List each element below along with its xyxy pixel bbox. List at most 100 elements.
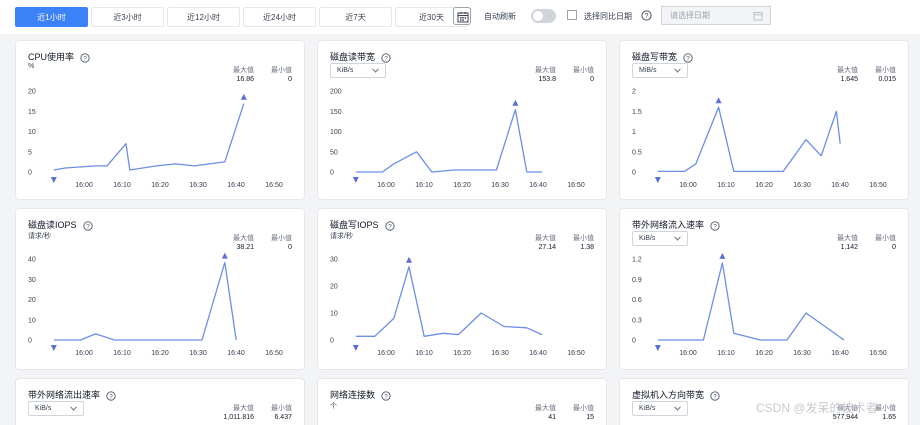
y-tick-label: 1 bbox=[632, 129, 636, 136]
y-tick-label: 1.2 bbox=[632, 257, 642, 264]
tab-12h[interactable]: 近12小时 bbox=[167, 7, 240, 27]
x-tick-label: 16:10 bbox=[113, 182, 131, 189]
help-icon[interactable]: ? bbox=[683, 52, 693, 63]
x-tick-label: 16:50 bbox=[567, 350, 585, 357]
min-value: 6.437 bbox=[274, 414, 292, 421]
tab-1h[interactable]: 近1小时 bbox=[15, 7, 88, 27]
calendar-icon bbox=[457, 12, 469, 23]
min-value: 0 bbox=[590, 76, 594, 83]
min-marker bbox=[50, 345, 57, 351]
auto-refresh-label: 自动刷新 bbox=[484, 12, 516, 21]
min-value: 0 bbox=[892, 244, 896, 251]
y-tick-label: 10 bbox=[330, 311, 338, 318]
y-tick-label: 0.5 bbox=[632, 149, 642, 156]
min-marker bbox=[352, 177, 359, 183]
y-tick-label: 10 bbox=[28, 129, 36, 136]
x-tick-label: 16:40 bbox=[227, 350, 245, 357]
y-tick-label: 100 bbox=[330, 129, 342, 136]
min-label: 最小值 bbox=[573, 67, 594, 74]
card-title: 磁盘写带宽? bbox=[632, 50, 693, 63]
unit-select[interactable]: KiB/s bbox=[632, 401, 688, 416]
card-title: 虚拟机入方向带宽? bbox=[632, 388, 720, 401]
metric-card: 网络连接数? 个 最大值 最小值 41 15 bbox=[317, 378, 607, 425]
svg-text:?: ? bbox=[384, 55, 388, 62]
unit-select-value: KiB/s bbox=[639, 405, 656, 412]
x-tick-label: 16:00 bbox=[377, 182, 395, 189]
unit-select-value: KiB/s bbox=[35, 405, 52, 412]
unit-select[interactable]: KiB/s bbox=[632, 231, 688, 246]
x-tick-label: 16:10 bbox=[415, 350, 433, 357]
x-tick-label: 16:00 bbox=[679, 182, 697, 189]
unit-select-value: KiB/s bbox=[639, 235, 656, 242]
y-tick-label: 20 bbox=[28, 297, 36, 304]
max-label: 最大值 bbox=[233, 405, 254, 412]
date-picker-input[interactable]: 请选择日期 bbox=[661, 6, 771, 25]
svg-text:?: ? bbox=[686, 55, 690, 62]
max-value: 27.14 bbox=[538, 244, 556, 251]
help-icon[interactable]: ? bbox=[80, 52, 90, 63]
x-tick-label: 16:40 bbox=[227, 182, 245, 189]
calendar-icon-button[interactable] bbox=[453, 7, 471, 25]
svg-text:?: ? bbox=[86, 223, 90, 230]
min-marker bbox=[352, 345, 359, 351]
series-line bbox=[53, 261, 237, 341]
y-tick-label: 2 bbox=[632, 89, 636, 96]
card-title-text: 磁盘读IOPS bbox=[28, 220, 77, 230]
unit-select-value: KiB/s bbox=[337, 67, 354, 74]
tab-24h[interactable]: 近24小时 bbox=[243, 7, 316, 27]
unit-select[interactable]: KiB/s bbox=[330, 63, 386, 78]
card-title-text: 带外网络流入速率 bbox=[632, 220, 705, 230]
help-icon[interactable]: ? bbox=[381, 390, 391, 401]
x-tick-label: 16:20 bbox=[151, 350, 169, 357]
metric-card: 0 0.5 1 1.5 2 16:00 16:10 16:20 16:30 16:40 16:50 磁… bbox=[619, 40, 909, 200]
series-line bbox=[355, 109, 542, 173]
help-icon[interactable]: ? bbox=[106, 390, 116, 401]
x-tick-label: 16:20 bbox=[755, 350, 773, 357]
help-icon[interactable]: ? bbox=[384, 220, 395, 231]
max-label: 最大值 bbox=[535, 235, 556, 242]
chevron-down-icon bbox=[70, 406, 77, 411]
y-tick-label: 40 bbox=[28, 257, 36, 264]
compare-date-checkbox[interactable] bbox=[567, 10, 577, 20]
unit-select[interactable]: MiB/s bbox=[632, 63, 688, 78]
y-tick-label: 50 bbox=[330, 149, 338, 156]
y-tick-label: 0.9 bbox=[632, 277, 642, 284]
metric-card: 0 0.3 0.6 0.9 1.2 16:00 16:10 16:20 16:30 16:40 16… bbox=[619, 208, 909, 370]
x-tick-label: 16:10 bbox=[717, 182, 735, 189]
card-title-text: 虚拟机入方向带宽 bbox=[632, 390, 705, 400]
card-title: 磁盘读IOPS? bbox=[28, 218, 93, 231]
tab-7d[interactable]: 近7天 bbox=[319, 7, 392, 27]
svg-text:?: ? bbox=[713, 393, 717, 400]
card-title: 磁盘读带宽? bbox=[330, 50, 391, 63]
max-value: 153.8 bbox=[538, 76, 556, 83]
help-icon[interactable]: ? bbox=[641, 10, 652, 21]
help-icon[interactable]: ? bbox=[710, 220, 720, 231]
x-tick-label: 16:00 bbox=[75, 182, 93, 189]
x-tick-label: 16:50 bbox=[265, 350, 283, 357]
max-label: 最大值 bbox=[837, 235, 858, 242]
help-icon[interactable]: ? bbox=[710, 390, 720, 401]
x-tick-label: 16:10 bbox=[113, 350, 131, 357]
unit-label: 个 bbox=[330, 403, 337, 410]
metric-card: 0 10 20 30 16:00 16:10 16:20 16:30 16:40 16:50 磁盘写… bbox=[317, 208, 607, 370]
svg-text:?: ? bbox=[384, 393, 388, 400]
y-tick-label: 30 bbox=[330, 257, 338, 264]
min-marker bbox=[654, 345, 661, 351]
time-range-tabs: 近1小时 近3小时 近12小时 近24小时 近7天 近30天 bbox=[15, 7, 471, 27]
x-tick-label: 16:10 bbox=[415, 182, 433, 189]
max-label: 最大值 bbox=[535, 405, 556, 412]
unit-select[interactable]: KiB/s bbox=[28, 401, 84, 416]
tab-3h[interactable]: 近3小时 bbox=[91, 7, 164, 27]
auto-refresh-toggle[interactable] bbox=[531, 9, 556, 23]
x-tick-label: 16:50 bbox=[869, 182, 887, 189]
x-tick-label: 16:20 bbox=[755, 182, 773, 189]
watermark: CSDN @发呆的技术者 bbox=[756, 401, 878, 415]
min-label: 最小值 bbox=[875, 235, 896, 242]
x-tick-label: 16:50 bbox=[265, 182, 283, 189]
help-icon[interactable]: ? bbox=[82, 220, 93, 231]
max-marker bbox=[715, 97, 722, 104]
help-icon[interactable]: ? bbox=[381, 52, 391, 63]
unit-label: % bbox=[28, 63, 35, 70]
x-tick-label: 16:00 bbox=[679, 350, 697, 357]
compare-date-label: 选择同比日期 bbox=[584, 12, 632, 21]
